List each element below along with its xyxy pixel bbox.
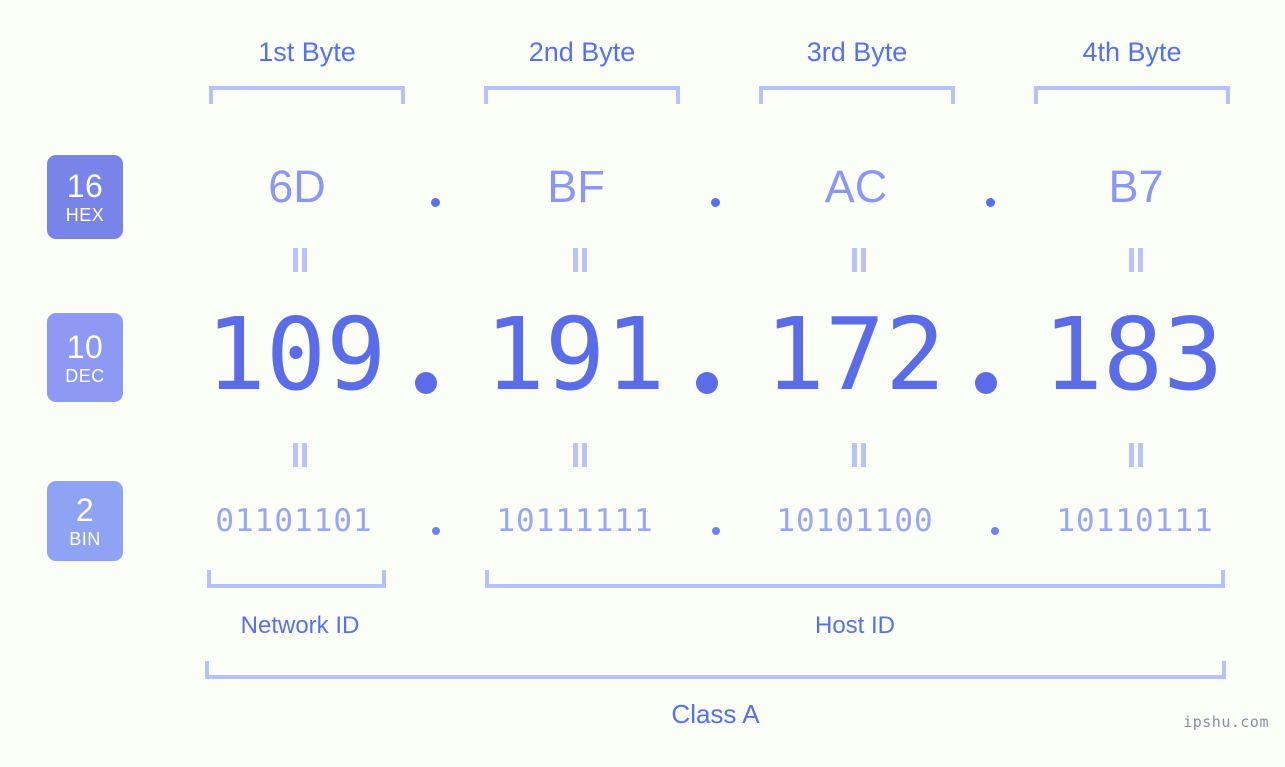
byte-bracket-4 bbox=[1034, 86, 1230, 104]
host-id-bracket bbox=[485, 570, 1225, 588]
byte-header-2: 2nd Byte bbox=[528, 37, 636, 67]
dec-octet-4: 183 bbox=[1042, 296, 1224, 413]
base-badge-hex: 16 HEX bbox=[47, 155, 123, 239]
host-id-label: Host ID bbox=[814, 612, 895, 639]
base-badge-bin: 2 BIN bbox=[47, 481, 123, 561]
hex-octet-3: AC bbox=[824, 161, 888, 212]
equals-icon-dec-bin-2 bbox=[572, 443, 588, 467]
equals-icon-hex-dec-4 bbox=[1128, 248, 1144, 272]
equals-icon-dec-bin-4 bbox=[1128, 443, 1144, 467]
network-id-label: Network ID bbox=[240, 612, 360, 639]
bin-separator-dot-3 bbox=[991, 527, 999, 535]
equals-icon-hex-dec-3 bbox=[851, 248, 867, 272]
hex-separator-dot-1 bbox=[431, 198, 440, 207]
base-badge-bin-label: BIN bbox=[69, 529, 101, 549]
byte-header-4: 4th Byte bbox=[1082, 37, 1182, 67]
hex-octet-4: B7 bbox=[1108, 161, 1164, 212]
base-badge-dec-number: 10 bbox=[66, 328, 104, 365]
dec-octet-3: 172 bbox=[764, 296, 946, 413]
bin-octet-1: 01101101 bbox=[215, 503, 373, 539]
bin-octet-3: 10101100 bbox=[776, 503, 934, 539]
dec-octet-1: 109 bbox=[205, 296, 387, 413]
bin-separator-dot-1 bbox=[432, 527, 440, 535]
ip-address-diagram: 1st Byte 2nd Byte 3rd Byte 4th Byte 16 H… bbox=[0, 0, 1285, 767]
dec-separator-dot-1 bbox=[415, 372, 437, 394]
bin-octet-4: 10110111 bbox=[1056, 503, 1214, 539]
base-badge-dec: 10 DEC bbox=[47, 313, 123, 402]
byte-bracket-1 bbox=[209, 86, 405, 104]
byte-header-3: 3rd Byte bbox=[806, 37, 908, 67]
base-badge-hex-number: 16 bbox=[66, 168, 104, 204]
base-badge-dec-label: DEC bbox=[65, 365, 105, 386]
network-id-bracket bbox=[207, 570, 386, 588]
dec-separator-dot-2 bbox=[696, 372, 718, 394]
byte-bracket-2 bbox=[484, 86, 680, 104]
equals-icon-hex-dec-1 bbox=[292, 248, 308, 272]
equals-icon-dec-bin-3 bbox=[851, 443, 867, 467]
class-bracket bbox=[205, 661, 1226, 679]
hex-octet-2: BF bbox=[547, 161, 605, 212]
equals-icon-dec-bin-1 bbox=[292, 443, 308, 467]
bin-separator-dot-2 bbox=[712, 527, 720, 535]
hex-separator-dot-2 bbox=[711, 198, 720, 207]
hex-separator-dot-3 bbox=[986, 198, 995, 207]
site-watermark: ipshu.com bbox=[1183, 713, 1269, 731]
base-badge-bin-number: 2 bbox=[75, 492, 95, 528]
base-badge-hex-label: HEX bbox=[65, 205, 105, 225]
dec-separator-dot-3 bbox=[975, 372, 997, 394]
byte-header-1: 1st Byte bbox=[258, 37, 356, 67]
dec-octet-2: 191 bbox=[484, 296, 666, 413]
hex-octet-1: 6D bbox=[268, 161, 326, 212]
class-label: Class A bbox=[671, 699, 760, 729]
byte-bracket-3 bbox=[759, 86, 955, 104]
bin-octet-2: 10111111 bbox=[496, 503, 654, 539]
equals-icon-hex-dec-2 bbox=[572, 248, 588, 272]
